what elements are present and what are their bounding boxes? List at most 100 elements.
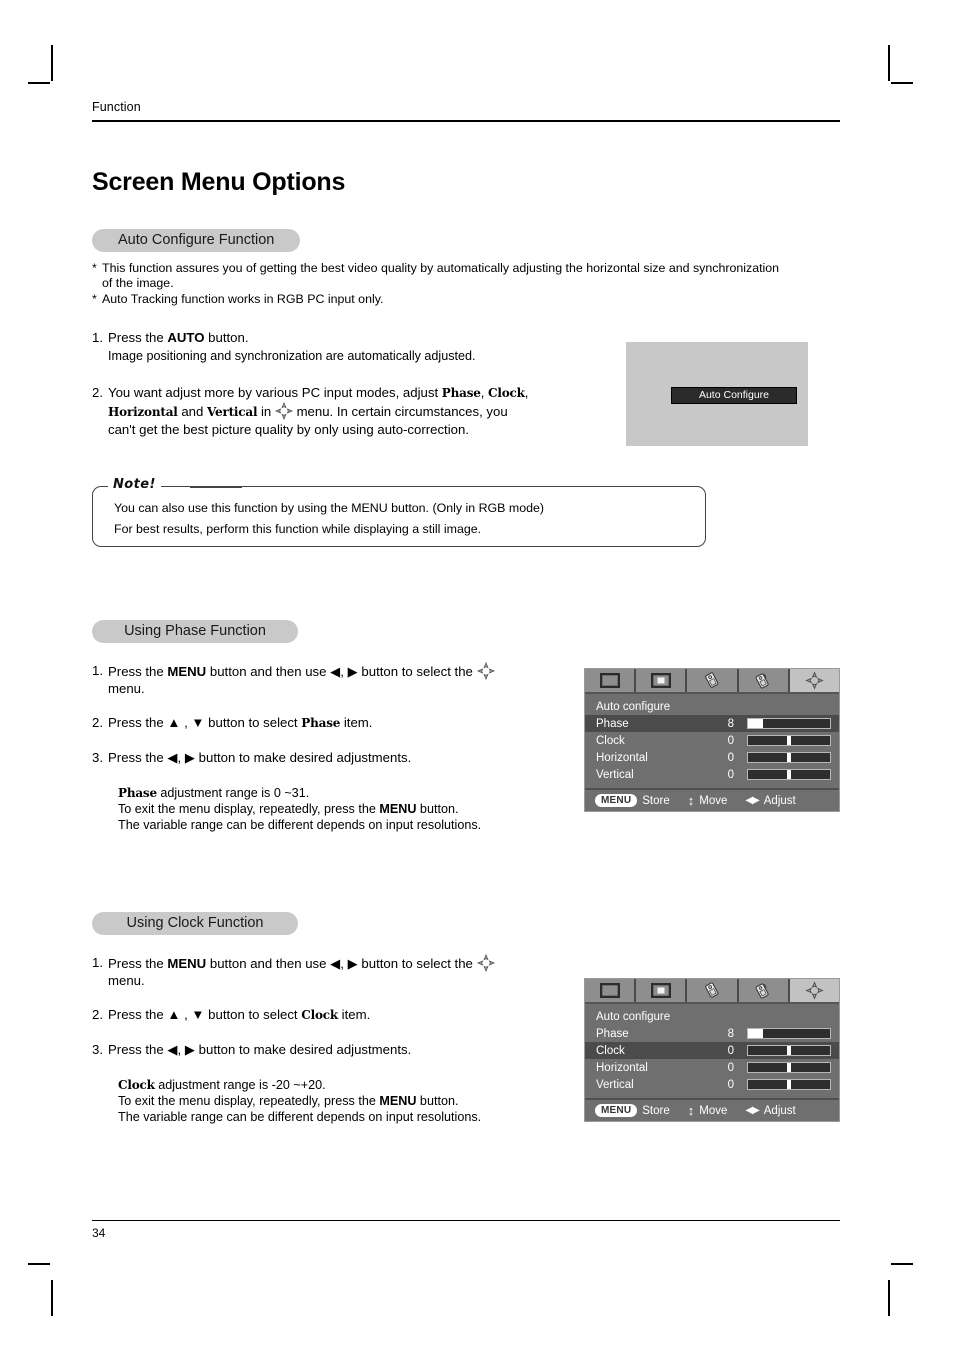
osd-item-horizontal[interactable]: Horizontal 0 [585, 749, 839, 766]
osd-store-action[interactable]: MENU Store [595, 1104, 670, 1117]
bullet-item: * Auto Tracking function works in RGB PC… [92, 292, 840, 308]
osd-move-action[interactable]: ↕ Move [688, 1103, 728, 1118]
osd-slider-track [747, 735, 831, 746]
clock-steps: 1. Press the MENU button and then use ◀,… [92, 954, 562, 1125]
osd-item-auto-configure[interactable]: Auto configure [585, 1008, 839, 1025]
note-label-rule [190, 486, 242, 488]
osd-slider[interactable] [747, 769, 831, 780]
note-label: Note! [108, 477, 161, 493]
osd-slider[interactable] [747, 1045, 831, 1056]
term-horizontal: Horizontal [108, 405, 178, 420]
osd-slider-fill [748, 719, 763, 728]
osd-item-phase[interactable]: Phase 8 [585, 715, 839, 732]
osd-store-label: Store [642, 1104, 670, 1117]
osd-tab-picture[interactable] [585, 979, 637, 1002]
c1-c: button to select the [357, 956, 477, 972]
osd-item-label: Clock [596, 1044, 625, 1057]
term-phase: Phase [301, 716, 341, 731]
left-right-arrows-glyph: ◀, ▶ [330, 664, 358, 680]
osd-item-horizontal[interactable]: Horizontal 0 [585, 1059, 839, 1076]
term-clock: Clock [118, 1078, 155, 1093]
step-number: 1. [92, 663, 103, 679]
osd-slider-track [747, 769, 831, 780]
pn2-a: To exit the menu display, repeatedly, pr… [118, 802, 380, 817]
osd-item-clock[interactable]: Clock 0 [585, 1042, 839, 1059]
osd-item-value: 8 [727, 717, 734, 730]
osd-adjust-action[interactable]: ◀▶ Adjust [745, 795, 795, 807]
osd-slider[interactable] [747, 752, 831, 763]
auto-configure-osd-button: Auto Configure [671, 387, 797, 404]
osd-adjust-label: Adjust [763, 794, 796, 807]
osd-tab-picture[interactable] [585, 669, 637, 692]
step-number: 2. [92, 1007, 103, 1023]
osd-tab-screen-adjust[interactable] [789, 979, 840, 1002]
osd-tab-screen-adjust[interactable] [789, 669, 840, 692]
section-heading-using-phase: Using Phase Function [92, 620, 298, 644]
bullet-item: * This function assures you of getting t… [92, 261, 840, 292]
step-text: Press the ▲ , ▼ button to select Phase i… [108, 714, 562, 732]
term-phase: Phase [118, 786, 157, 801]
step-number: 2. [92, 385, 103, 401]
left-right-arrows-icon: ◀▶ [745, 1105, 759, 1116]
osd-slider[interactable] [747, 1079, 831, 1090]
page-content: Function Screen Menu Options Auto Config… [92, 100, 840, 1125]
osd-tab-screen-size[interactable] [636, 979, 688, 1002]
osd-item-clock[interactable]: Clock 0 [585, 732, 839, 749]
c3-a: Press the [108, 1042, 168, 1058]
left-right-arrows-glyph: ◀, ▶ [330, 956, 358, 972]
osd-item-vertical[interactable]: Vertical 0 [585, 766, 839, 783]
header-rule [92, 120, 840, 122]
osd-tab-screen-size[interactable] [636, 669, 688, 692]
osd-item-label: Vertical [596, 1078, 634, 1091]
c2-a: Press the [108, 1007, 168, 1023]
p1-c: button to select the [357, 664, 477, 680]
osd-tab-bar [585, 669, 840, 694]
left-right-arrows-glyph: ◀, ▶ [167, 1042, 195, 1058]
phase-step-1: 1. Press the MENU button and then use ◀,… [92, 662, 562, 697]
osd-item-auto-configure[interactable]: Auto configure [585, 698, 839, 715]
screen-adjust-icon [805, 671, 824, 690]
osd-tab-speaker[interactable] [687, 979, 739, 1002]
step2-in: in [257, 404, 275, 420]
screen-adjust-icon [476, 662, 495, 681]
auto-button-label: AUTO [167, 330, 205, 346]
clock-step-2: 2. Press the ▲ , ▼ button to select Cloc… [92, 1006, 562, 1024]
page-footer: 34 [92, 1220, 840, 1240]
osd-slider-knob [787, 1080, 791, 1089]
osd-item-vertical[interactable]: Vertical 0 [585, 1076, 839, 1093]
cn2-a: To exit the menu display, repeatedly, pr… [118, 1094, 380, 1109]
speaker-icon [703, 982, 721, 999]
phase-step-2: 2. Press the ▲ , ▼ button to select Phas… [92, 714, 562, 732]
up-down-arrows-icon: ↕ [687, 1103, 695, 1118]
osd-store-action[interactable]: MENU Store [595, 794, 670, 807]
bullet-text: This function assures you of getting the… [102, 261, 840, 292]
c1-line2: menu. [108, 973, 145, 989]
clock-step-3: 3. Press the ◀, ▶ button to make desired… [92, 1041, 562, 1058]
osd-item-list: Auto configure Phase 8 Clock 0 Horizontal 0 Ver… [585, 694, 839, 785]
osd-item-list: Auto configure Phase 8 Clock 0 Horizontal 0 Ver… [585, 1004, 839, 1095]
osd-move-action[interactable]: ↕ Move [688, 793, 728, 808]
osd-adjust-action[interactable]: ◀▶ Adjust [745, 1105, 795, 1117]
phase-step-3: 3. Press the ◀, ▶ button to make desired… [92, 749, 562, 766]
osd-item-phase[interactable]: Phase 8 [585, 1025, 839, 1042]
screen-size-icon [650, 673, 671, 688]
note-line-1: You can also use this function by using … [114, 501, 544, 516]
picture-icon [599, 673, 620, 688]
osd-tab-speaker[interactable] [687, 669, 739, 692]
step-number: 3. [92, 750, 103, 766]
osd-slider[interactable] [747, 735, 831, 746]
clock-note-2: To exit the menu display, repeatedly, pr… [118, 1093, 562, 1109]
left-right-arrows-icon: ◀▶ [745, 795, 759, 806]
osd-tab-speaker-alt[interactable] [738, 979, 790, 1002]
screen-adjust-icon [476, 954, 495, 973]
section-heading-using-clock: Using Clock Function [92, 912, 298, 936]
osd-slider[interactable] [747, 1028, 831, 1039]
osd-slider[interactable] [747, 718, 831, 729]
osd-slider-knob [787, 1046, 791, 1055]
bullet-line-1: This function assures you of getting the… [102, 260, 780, 275]
osd-tab-speaker-alt[interactable] [738, 669, 790, 692]
osd-slider[interactable] [747, 1062, 831, 1073]
step2-sep1: , [480, 385, 489, 401]
speaker-icon [703, 672, 721, 689]
step-text: Press the MENU button and then use ◀, ▶ … [108, 662, 562, 697]
